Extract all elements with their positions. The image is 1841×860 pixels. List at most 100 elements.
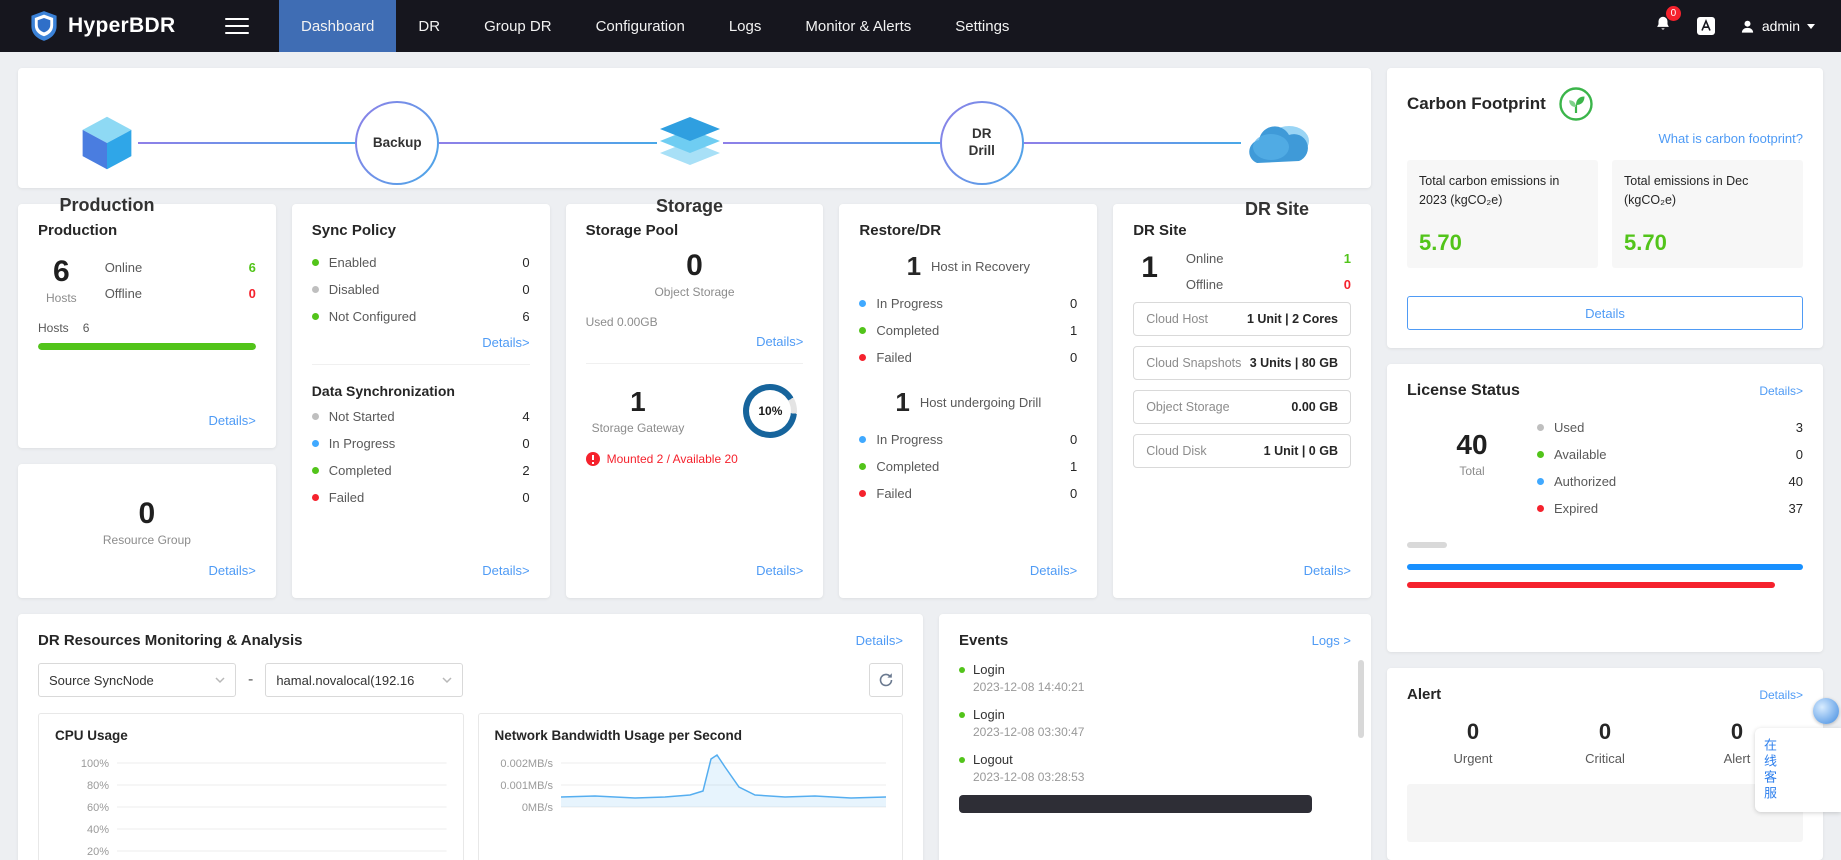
stat-value: 0 <box>1069 350 1078 365</box>
production-title: Production <box>38 222 118 239</box>
production-card: Production 6 Hosts Online 6 Offline 0 Ho… <box>18 204 276 448</box>
production-details-link[interactable]: Details> <box>208 413 255 428</box>
license-details-link[interactable]: Details> <box>1759 384 1803 398</box>
dr-site-card: DR Site 1 Online 1 Offline 0 Cloud Host … <box>1113 204 1371 598</box>
status-dot <box>859 327 867 334</box>
hosts-progress-bar <box>38 343 256 350</box>
object-storage-label: Object Storage <box>654 285 735 299</box>
object-storage-details-link[interactable]: Details> <box>756 334 803 349</box>
stat-label: Failed <box>876 486 912 501</box>
event-dot <box>959 756 965 763</box>
logo-icon <box>31 11 57 41</box>
stat-label: In Progress <box>328 436 396 451</box>
resource-value: 1 Unit | 2 Cores <box>1246 312 1338 326</box>
stat-label: Expired <box>1554 501 1599 516</box>
nav-settings[interactable]: Settings <box>933 0 1031 52</box>
status-dot <box>859 463 867 470</box>
events-scrollbar[interactable] <box>1358 660 1364 738</box>
carbon-details-button[interactable]: Details <box>1407 296 1803 330</box>
stat-value: 0 <box>1795 447 1803 462</box>
stat-label: Not Configured <box>328 309 417 324</box>
event-item: Login 2023-12-08 14:40:21 <box>959 662 1351 694</box>
customer-service-tab[interactable]: 在线客服 <box>1755 728 1841 812</box>
event-time: 2023-12-08 03:30:47 <box>973 725 1085 739</box>
source-syncnode-select[interactable]: Source SyncNode <box>38 663 236 697</box>
stat-label: In Progress <box>876 432 943 447</box>
monitoring-details-link[interactable]: Details> <box>856 633 903 648</box>
event-time: 2023-12-08 14:40:21 <box>973 680 1085 694</box>
user-menu[interactable]: admin <box>1740 18 1815 34</box>
mounted-label: Mounted 2 / Available 20 <box>606 452 738 466</box>
nav-logs[interactable]: Logs <box>707 0 784 52</box>
stat-label: Not Started <box>328 409 395 424</box>
resource-group-details-link[interactable]: Details> <box>208 563 255 578</box>
notifications-button[interactable]: 0 <box>1654 6 1681 38</box>
stat-value: 6 <box>522 309 530 324</box>
alert-empty-area <box>1407 784 1803 842</box>
select-value: Source SyncNode <box>49 672 154 688</box>
language-button[interactable] <box>1696 16 1716 36</box>
recovery-label: Host in Recovery <box>931 259 1031 274</box>
urgent-label: Urgent <box>1453 751 1493 766</box>
nav-dr[interactable]: DR <box>396 0 462 52</box>
status-dot <box>859 436 867 443</box>
recovery-in-progress-row: In Progress 0 <box>859 290 1077 317</box>
production-host-count: 6 <box>53 255 70 288</box>
nav-group-dr[interactable]: Group DR <box>462 0 574 52</box>
object-storage-box: Object Storage 0.00 GB <box>1133 390 1351 424</box>
app-root: HyperBDR Dashboard DR Group DR Configura… <box>0 0 1841 860</box>
stat-value: 0 <box>522 282 530 297</box>
events-title: Events <box>959 632 1009 649</box>
events-logs-link[interactable]: Logs > <box>1312 633 1351 648</box>
stat-label: Failed <box>876 350 912 365</box>
data-sync-title: Data Synchronization <box>311 383 455 399</box>
status-dot <box>859 490 867 497</box>
carbon-footprint-card: Carbon Footprint What is carbon footprin… <box>1387 68 1823 348</box>
menu-toggle-icon[interactable] <box>225 18 249 34</box>
cloud-host-box: Cloud Host 1 Unit | 2 Cores <box>1133 302 1351 336</box>
dr-site-details-link[interactable]: Details> <box>1304 563 1351 578</box>
status-dot <box>311 313 319 320</box>
nav-configuration[interactable]: Configuration <box>574 0 707 52</box>
cloud-disk-box: Cloud Disk 1 Unit | 0 GB <box>1133 434 1351 468</box>
online-label: Online <box>104 260 143 275</box>
carbon-year-label: Total carbon emissions in 2023 (kgCO₂e) <box>1419 174 1560 207</box>
refresh-button[interactable] <box>869 663 903 697</box>
storage-pool-title: Storage Pool <box>585 222 679 239</box>
customer-service-avatar-icon[interactable] <box>1813 698 1839 724</box>
recovery-failed-row: Failed 0 <box>859 344 1077 371</box>
sync-policy-details-link[interactable]: Details> <box>482 335 529 350</box>
failed-row: Failed 0 <box>311 484 530 511</box>
sync-policy-card: Sync Policy Enabled 0 Disabled 0 Not Con… <box>291 204 550 598</box>
y-tick: 40% <box>87 824 109 836</box>
carbon-info-link[interactable]: What is carbon footprint? <box>1658 131 1803 146</box>
not-configured-row: Not Configured 6 <box>311 303 530 330</box>
data-sync-details-link[interactable]: Details> <box>482 563 529 578</box>
used-capacity-label: Used 0.00GB <box>585 315 658 329</box>
object-storage-count: 0 <box>686 249 703 282</box>
select-value: hamal.novalocal(192.16 <box>276 672 415 688</box>
stat-label: Enabled <box>328 255 377 270</box>
nav-monitor-alerts[interactable]: Monitor & Alerts <box>783 0 933 52</box>
carbon-year-value: 5.70 <box>1419 229 1462 255</box>
nav-dashboard[interactable]: Dashboard <box>279 0 397 52</box>
host-select[interactable]: hamal.novalocal(192.16 <box>265 663 464 697</box>
restore-dr-card: Restore/DR 1 Host in Recovery In Progres… <box>839 204 1098 598</box>
restore-dr-details-link[interactable]: Details> <box>1030 563 1077 578</box>
flow-connector <box>439 142 657 144</box>
online-value: 6 <box>248 260 256 275</box>
drill-count: 1 <box>895 387 910 417</box>
monitoring-card: DR Resources Monitoring & Analysis Detai… <box>18 614 923 860</box>
restore-dr-title: Restore/DR <box>859 222 942 239</box>
drill-label: Host undergoing Drill <box>919 395 1042 410</box>
used-bar <box>1407 542 1447 548</box>
storage-label: Storage <box>655 196 724 216</box>
resource-label: Cloud Snapshots <box>1146 356 1242 370</box>
event-item: Logout 2023-12-08 03:28:53 <box>959 752 1351 784</box>
carbon-title: Carbon Footprint <box>1407 94 1546 113</box>
event-item: Login 2023-12-08 03:30:47 <box>959 707 1351 739</box>
flow-connector <box>138 142 356 144</box>
refresh-icon <box>879 673 893 687</box>
gateway-details-link[interactable]: Details> <box>756 563 803 578</box>
y-tick: 100% <box>81 758 109 770</box>
